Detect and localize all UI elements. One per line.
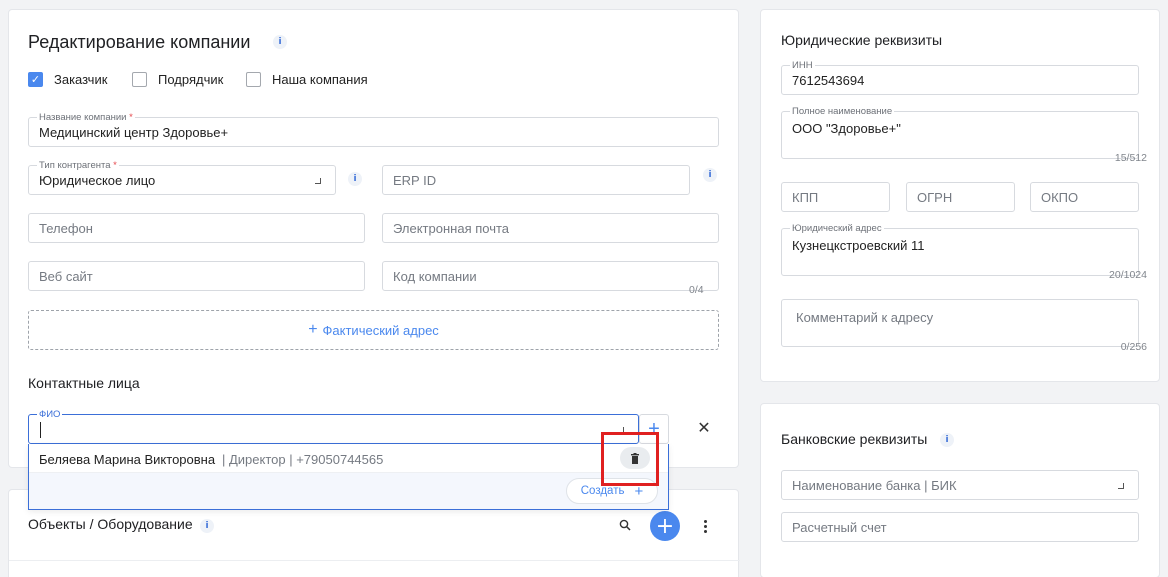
info-icon[interactable]: i [940,433,954,447]
checkbox-label: Заказчик [54,72,108,87]
search-icon[interactable] [617,517,633,533]
erp-id-placeholder: ERP ID [393,173,437,188]
checkbox-label: Подрядчик [158,72,224,87]
website-placeholder: Веб сайт [39,269,93,284]
checkbox-empty-icon[interactable] [132,72,147,87]
add-object-button[interactable]: + [650,511,680,541]
info-icon[interactable]: i [200,519,214,533]
highlight-box [601,432,659,486]
info-icon[interactable]: i [703,168,717,182]
account-placeholder: Расчетный счет [792,520,887,535]
inn-field[interactable]: ИНН 7612543694 [781,60,1139,95]
more-vertical-icon[interactable] [697,516,713,536]
phone-placeholder: Телефон [39,221,93,236]
company-code-field[interactable]: Код компании [382,261,719,291]
text-cursor [40,422,41,438]
bank-name-select[interactable]: Наименование банка | БИК [781,470,1139,500]
full-name-counter: 15/512 [1114,152,1147,164]
checkbox-our-company[interactable]: Наша компания [246,72,368,87]
field-label: ИНН [790,60,815,71]
select-resize-icon [315,178,321,184]
contact-suggestions-dropdown: Беляева Марина Викторовна | Директор | +… [28,444,669,510]
create-area: Создать + [29,473,668,509]
ogrn-placeholder: ОГРН [917,190,953,205]
inn-value: 7612543694 [792,73,865,88]
phone-field[interactable]: Телефон [28,213,365,243]
legal-title: Юридические реквизиты [781,32,943,48]
okpo-field[interactable]: ОКПО [1030,182,1139,212]
address-comment-placeholder: Комментарий к адресу [796,310,934,325]
counterparty-type-select[interactable]: Тип контрагента * Юридическое лицо [28,160,336,195]
contact-name: Беляева Марина Викторовна [39,452,216,467]
company-name-field[interactable]: Название компании * Медицинский центр Зд… [28,112,719,147]
list-item[interactable]: Беляева Марина Викторовна | Директор | +… [29,444,668,473]
info-icon[interactable]: i [273,35,287,49]
actual-address-button[interactable]: + Фактический адрес [28,310,719,350]
address-comment-counter: 0/256 [1120,341,1147,353]
okpo-placeholder: ОКПО [1041,190,1079,205]
field-label: Тип контрагента * [37,160,119,171]
info-icon[interactable]: i [348,172,362,186]
company-code-counter: 0/4 [689,284,704,296]
legal-address-counter: 20/1024 [1109,269,1147,281]
create-label: Создать [580,485,625,497]
legal-details-card: Юридические реквизиты ИНН 7612543694 Пол… [760,9,1160,382]
bank-title: Банковские реквизиты [781,431,928,447]
edit-company-card: Редактирование компании i ✓ Заказчик Под… [8,9,739,468]
full-name-field[interactable]: Полное наименование ООО "Здоровье+" [781,106,1139,159]
field-label: Полное наименование [790,106,895,117]
legal-address-field[interactable]: Юридический адрес Кузнецкстроевский 11 [781,223,1139,276]
kpp-field[interactable]: КПП [781,182,890,212]
checkbox-customer[interactable]: ✓ Заказчик [28,72,107,87]
checkbox-empty-icon[interactable] [246,72,261,87]
email-field[interactable]: Электронная почта [382,213,719,243]
field-label: Название компании * [37,112,135,123]
field-label: Юридический адрес [790,223,884,234]
objects-title: Объекты / Оборудование [28,516,193,532]
contacts-title: Контактные лица [28,375,140,391]
page-title: Редактирование компании [28,32,251,52]
bank-name-placeholder: Наименование банка | БИК [792,478,957,493]
legal-address-value: Кузнецкстроевский 11 [792,238,925,253]
account-field[interactable]: Расчетный счет [781,512,1139,542]
website-field[interactable]: Веб сайт [28,261,365,291]
close-icon[interactable]: ✕ [694,417,714,437]
address-comment-field[interactable]: Комментарий к адресу [781,299,1139,347]
erp-id-field[interactable]: ERP ID [382,165,690,195]
checkbox-label: Наша компания [272,72,368,87]
company-name-value: Медицинский центр Здоровье+ [39,125,229,140]
email-placeholder: Электронная почта [393,221,510,236]
fio-input[interactable]: ФИО [28,409,639,444]
field-label: ФИО [37,409,63,420]
checkbox-checked-icon[interactable]: ✓ [28,72,43,87]
divider [9,560,740,561]
kpp-placeholder: КПП [792,190,819,205]
actual-address-label: Фактический адрес [322,322,439,338]
full-name-value: ООО "Здоровье+" [792,121,901,136]
select-resize-icon [1118,483,1124,489]
company-code-placeholder: Код компании [393,269,477,284]
contact-meta: | Директор | +79050744565 [222,452,384,467]
bank-details-card: Банковские реквизиты i Наименование банк… [760,403,1160,577]
plus-icon: + [308,321,318,338]
checkbox-contractor[interactable]: Подрядчик [132,72,223,87]
counterparty-type-value: Юридическое лицо [39,173,156,188]
ogrn-field[interactable]: ОГРН [906,182,1015,212]
